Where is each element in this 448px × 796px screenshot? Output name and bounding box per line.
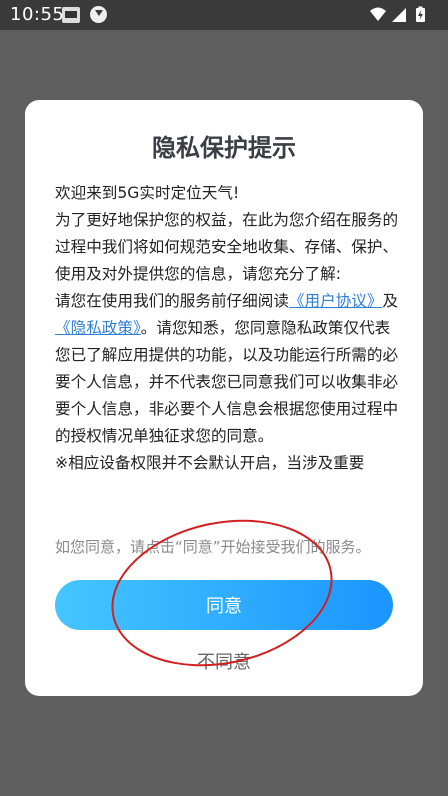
status-bar: 10:55 [0, 0, 448, 30]
privacy-policy-link[interactable]: 《隐私政策》 [55, 319, 141, 337]
content-body: 。请您知悉，您同意隐私政策仅代表您已了解应用提供的功能，以及功能运行所需的必要个… [55, 319, 399, 472]
status-time: 10:55 [10, 4, 65, 25]
signal-icon [392, 8, 406, 22]
status-right-icons [368, 6, 438, 24]
and-text: 及 [382, 292, 399, 310]
dialog-title: 隐私保护提示 [152, 134, 296, 162]
privacy-dialog: 隐私保护提示 欢迎来到5G实时定位天气! 为了更好地保护您的权益，在此为您介绍在… [25, 100, 423, 696]
wifi-icon [370, 7, 386, 21]
consent-hint: 如您同意，请点击“同意”开始接受我们的服务。 [55, 538, 371, 556]
dialog-content[interactable]: 欢迎来到5G实时定位天气! 为了更好地保护您的权益，在此为您介绍在服务的过程中我… [55, 180, 405, 477]
disagree-button[interactable]: 不同意 [25, 648, 423, 674]
download-icon [90, 6, 107, 23]
news-app-icon [62, 7, 80, 23]
agree-button[interactable]: 同意 [55, 580, 393, 630]
user-agreement-link[interactable]: 《用户协议》 [289, 292, 383, 310]
battery-charging-icon [416, 6, 425, 22]
